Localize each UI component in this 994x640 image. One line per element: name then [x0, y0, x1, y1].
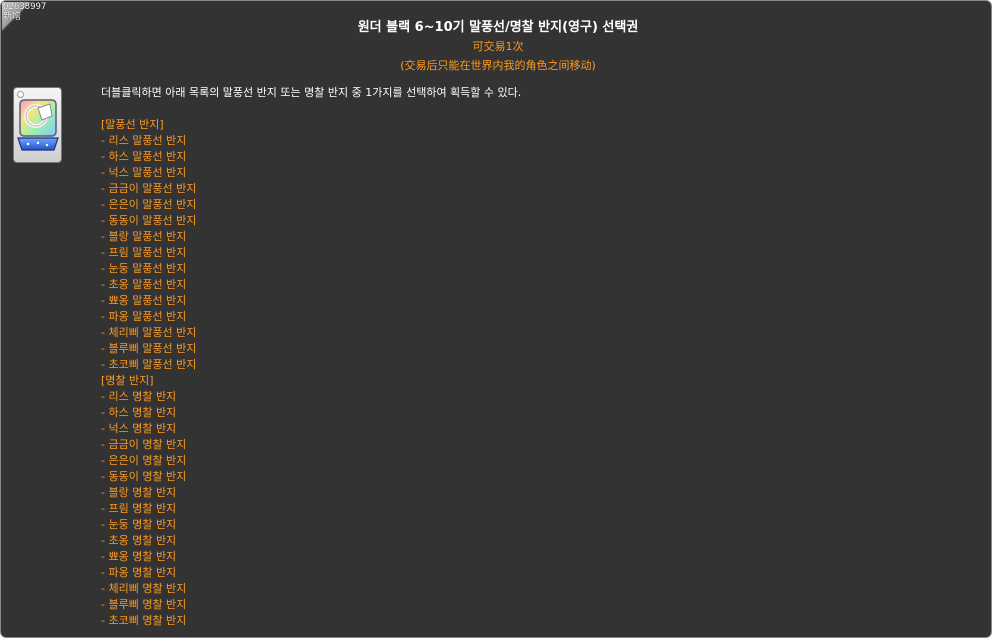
item-tooltip: 02638997 新增 원더 블랙 6~10기 말풍선/명찰 반지(영구) 선택… — [0, 0, 992, 638]
tooltip-header: 원더 블랙 6~10기 말풍선/명찰 반지(영구) 선택권 可交易1次 (交易后… — [1, 19, 991, 74]
section-title: [말풍선 반지] — [101, 118, 164, 131]
reward-list-item: - 동동이 명찰 반지 — [101, 470, 187, 483]
reward-list-item: - 블랑 명찰 반지 — [101, 486, 177, 499]
reward-list-item: - 하스 명찰 반지 — [101, 406, 177, 419]
reward-list-item: - 블랑 말풍선 반지 — [101, 230, 187, 243]
reward-list-item: - 뾰옹 말풍선 반지 — [101, 294, 187, 307]
item-content: 더블클릭하면 아래 목록의 말풍선 반지 또는 명찰 반지 중 1가지를 선택하… — [101, 85, 981, 629]
item-id-code: 02638997 — [3, 2, 47, 12]
reward-list-item: - 파옹 말풍선 반지 — [101, 310, 187, 323]
reward-list-item: - 체리삐 말풍선 반지 — [101, 326, 197, 339]
reward-sections: [말풍선 반지] - 리스 말풍선 반지 - 하스 말풍선 반지 - 넉스 말풍선 반… — [101, 117, 981, 629]
reward-list-item: - 눈둥 말풍선 반지 — [101, 262, 187, 275]
reward-list-item: - 초코삐 명찰 반지 — [101, 614, 187, 627]
reward-list-item: - 파옹 명찰 반지 — [101, 566, 177, 579]
reward-list-item: - 넉스 명찰 반지 — [101, 422, 177, 435]
reward-list-item: - 리스 말풍선 반지 — [101, 134, 187, 147]
reward-list-item: - 초옹 명찰 반지 — [101, 534, 177, 547]
reward-list-item: - 은은이 명찰 반지 — [101, 454, 187, 467]
reward-list-item: - 동동이 말풍선 반지 — [101, 214, 197, 227]
ring-box-icon — [17, 99, 59, 151]
trade-info: 可交易1次 — [472, 40, 524, 53]
reward-list-item: - 하스 말풍선 반지 — [101, 150, 187, 163]
reward-list-item: - 금금이 명찰 반지 — [101, 438, 187, 451]
reward-list-item: - 체리삐 명찰 반지 — [101, 582, 187, 595]
reward-list-item: - 은은이 말풍선 반지 — [101, 198, 197, 211]
item-description: 더블클릭하면 아래 목록의 말풍선 반지 또는 명찰 반지 중 1가지를 선택하… — [101, 86, 522, 99]
trade-notice: (交易后只能在世界内我的角色之间移动) — [400, 59, 596, 72]
reward-list-item: - 초옹 말풍선 반지 — [101, 278, 187, 291]
item-title: 원더 블랙 6~10기 말풍선/명찰 반지(영구) 선택권 — [357, 20, 639, 35]
reward-list-item: - 초코삐 말풍선 반지 — [101, 358, 197, 371]
reward-list-item: - 금금이 말풍선 반지 — [101, 182, 197, 195]
reward-list-item: - 블루삐 명찰 반지 — [101, 598, 187, 611]
reward-list-item: - 프림 말풍선 반지 — [101, 246, 187, 259]
reward-list-item: - 눈둥 명찰 반지 — [101, 518, 177, 531]
reward-list-item: - 블루삐 말풍선 반지 — [101, 342, 197, 355]
reward-list-item: - 프림 명찰 반지 — [101, 502, 177, 515]
item-icon-frame — [13, 87, 62, 163]
reward-list-item: - 넉스 말풍선 반지 — [101, 166, 187, 179]
reward-list-item: - 리스 명찰 반지 — [101, 390, 177, 403]
reward-list-item: - 뾰옹 명찰 반지 — [101, 550, 177, 563]
section-title: [명찰 반지] — [101, 374, 154, 387]
